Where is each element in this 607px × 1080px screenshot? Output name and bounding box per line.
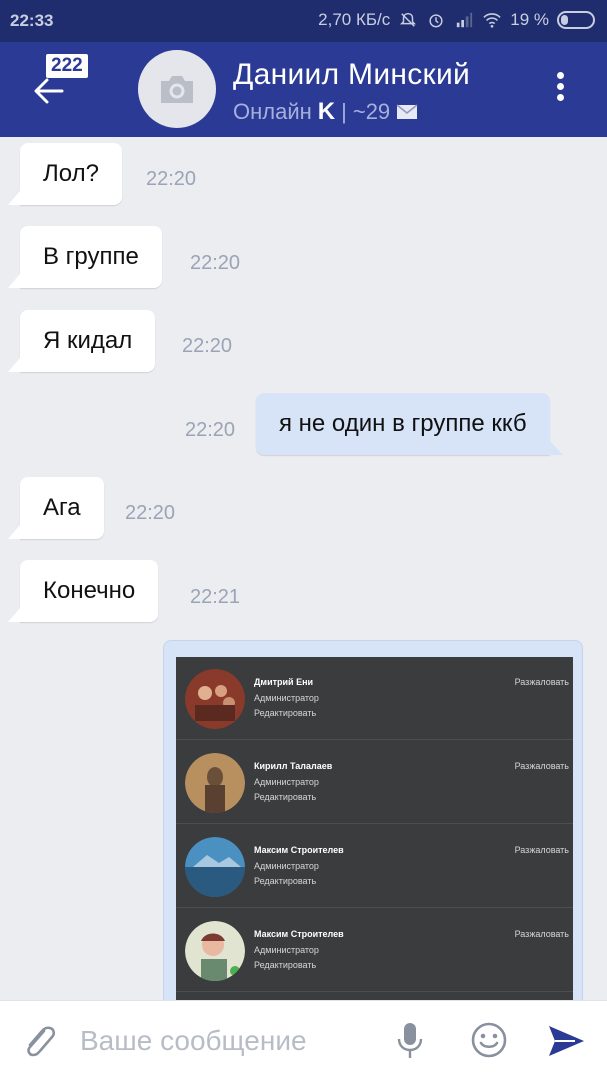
message-bubble-incoming[interactable]: Ага bbox=[8, 477, 104, 539]
admin-role: Администратор bbox=[254, 861, 319, 871]
admin-name: Дмитрий Ени bbox=[254, 677, 314, 687]
microphone-icon[interactable] bbox=[396, 1021, 424, 1061]
admin-row: Кирилл Талалаев Администратор Редактиров… bbox=[176, 741, 573, 824]
status-time: 22:33 bbox=[10, 11, 54, 30]
message-counter: ~29 bbox=[352, 99, 391, 124]
message-bubble-incoming[interactable]: Конечно bbox=[7, 560, 159, 622]
paperclip-icon[interactable] bbox=[20, 1021, 56, 1061]
attached-screenshot[interactable]: Дмитрий Ени Администратор Редактировать … bbox=[176, 657, 573, 1019]
message-time: 22:20 bbox=[146, 168, 197, 190]
message-composer: Ваше сообщение bbox=[0, 1000, 607, 1080]
contact-name[interactable]: Даниил Минский bbox=[233, 58, 470, 92]
avatar[interactable] bbox=[138, 50, 216, 128]
edit-link: Редактировать bbox=[254, 708, 317, 718]
admin-role: Администратор bbox=[254, 945, 319, 955]
message-bubble-outgoing[interactable]: я не один в группе ккб bbox=[256, 393, 563, 455]
demote-link: Разжаловать bbox=[514, 761, 569, 771]
online-status: Онлайн bbox=[233, 99, 312, 124]
admin-role: Администратор bbox=[254, 693, 319, 703]
demote-link: Разжаловать bbox=[514, 677, 569, 687]
edit-link: Редактировать bbox=[254, 960, 317, 970]
message-text: Ага bbox=[43, 494, 81, 521]
network-speed: 2,70 КБ/с bbox=[318, 10, 391, 29]
message-time: 22:20 bbox=[185, 419, 236, 441]
admin-avatar bbox=[185, 921, 245, 981]
wifi-icon bbox=[483, 13, 501, 28]
message-time: 22:21 bbox=[190, 586, 241, 608]
message-bubble-incoming[interactable]: В группе bbox=[8, 226, 162, 288]
status-separator: | bbox=[341, 99, 347, 124]
admin-role: Администратор bbox=[254, 777, 319, 787]
image-message[interactable]: Дмитрий Ени Администратор Редактировать … bbox=[163, 640, 583, 1020]
platform-letter: K bbox=[317, 98, 336, 125]
message-text: я не один в группе ккб bbox=[279, 410, 527, 437]
battery-percent: 19 % bbox=[510, 10, 549, 29]
message-time: 22:20 bbox=[182, 335, 233, 357]
admin-avatar bbox=[185, 669, 245, 729]
message-input[interactable]: Ваше сообщение bbox=[80, 1025, 307, 1057]
admin-row: Дмитрий Ени Администратор Редактировать … bbox=[176, 657, 573, 740]
alarm-icon bbox=[429, 14, 443, 28]
status-indicators: 2,70 КБ/с 19 % bbox=[318, 10, 595, 30]
message-text: Лол? bbox=[43, 160, 99, 187]
edit-link: Редактировать bbox=[254, 876, 317, 886]
message-time: 22:20 bbox=[190, 252, 241, 274]
admin-row: Максим Строителев Администратор Редактир… bbox=[176, 909, 573, 992]
back-arrow-icon[interactable] bbox=[32, 74, 66, 108]
admin-avatar bbox=[185, 753, 245, 813]
more-vertical-icon[interactable] bbox=[550, 72, 570, 106]
contact-status: Онлайн K | ~29 bbox=[233, 98, 418, 126]
send-icon[interactable] bbox=[546, 1023, 586, 1059]
signal-icon bbox=[457, 12, 473, 28]
smiley-icon[interactable] bbox=[470, 1021, 508, 1059]
admin-name: Максим Строителев bbox=[254, 929, 344, 939]
camera-icon bbox=[161, 76, 193, 103]
envelope-icon bbox=[396, 104, 418, 119]
mute-bell-icon bbox=[400, 12, 417, 27]
admin-row: Максим Строителев Администратор Редактир… bbox=[176, 825, 573, 908]
demote-link: Разжаловать bbox=[514, 845, 569, 855]
demote-link: Разжаловать bbox=[514, 929, 569, 939]
message-time: 22:20 bbox=[125, 502, 176, 524]
message-bubble-incoming[interactable]: Лол? bbox=[8, 143, 122, 205]
admin-avatar bbox=[185, 837, 245, 897]
message-bubble-incoming[interactable]: Я кидал bbox=[7, 310, 156, 372]
edit-link: Редактировать bbox=[254, 792, 317, 802]
unread-count-badge: 222 bbox=[46, 54, 88, 78]
message-text: Конечно bbox=[43, 577, 136, 604]
message-text: Я кидал bbox=[43, 327, 133, 354]
message-text: В группе bbox=[43, 243, 139, 270]
status-bar: 22:33 2,70 КБ/с 19 % bbox=[0, 0, 607, 42]
admin-name: Кирилл Талалаев bbox=[254, 761, 333, 771]
battery-icon bbox=[557, 11, 595, 29]
admin-name: Максим Строителев bbox=[254, 845, 344, 855]
